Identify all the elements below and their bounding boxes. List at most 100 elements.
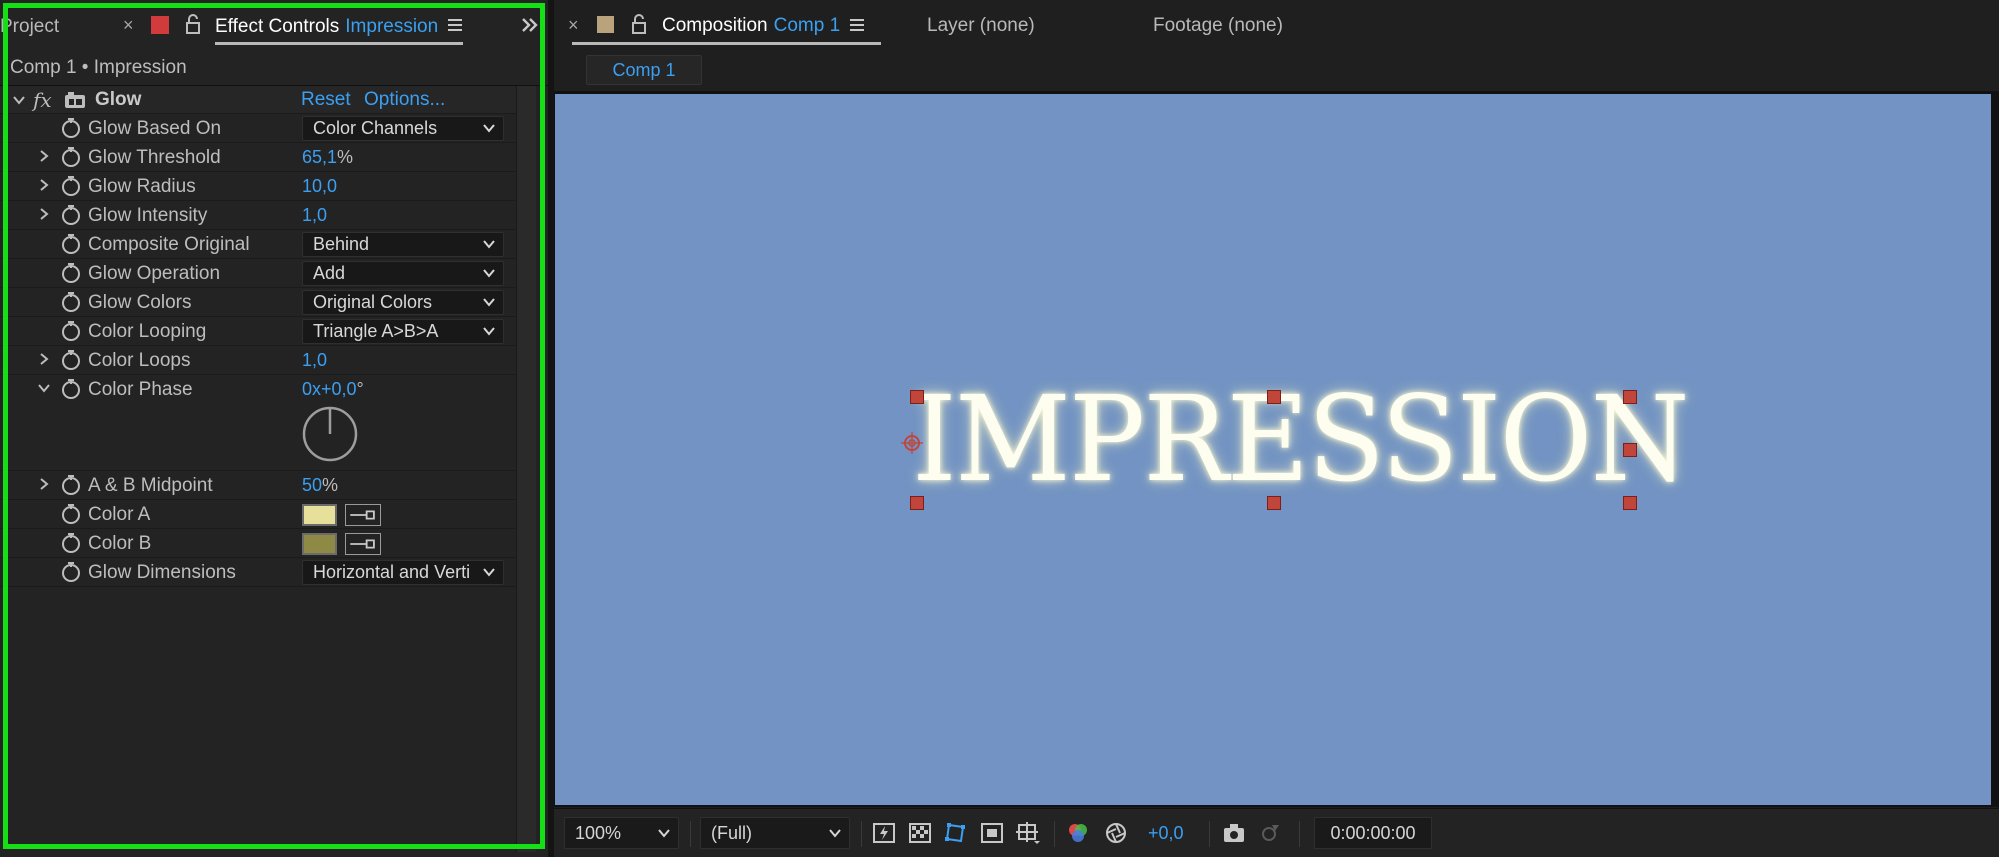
exposure-reset-icon[interactable] (1104, 821, 1128, 845)
timecode-field[interactable]: 0:00:00:00 (1314, 817, 1432, 849)
tab-effect-controls-layer: Impression (345, 16, 439, 37)
glow-radius-value[interactable]: 10,0 (302, 172, 337, 201)
property-row: Glow Based On Color Channels (0, 114, 516, 143)
value-number[interactable]: 0x+0,0 (302, 379, 357, 399)
composition-canvas[interactable]: IMPRESSION (555, 94, 1991, 805)
camera-icon[interactable] (1222, 821, 1246, 845)
text-layer-impression[interactable]: IMPRESSION (912, 380, 1690, 498)
stopwatch-icon[interactable] (60, 378, 82, 400)
resolution-dropdown[interactable]: (Full) (700, 817, 850, 849)
chevron-down-icon (483, 298, 495, 307)
chevron-right-icon[interactable] (37, 149, 51, 163)
glow-operation-dropdown[interactable]: Add (302, 261, 504, 286)
chevron-down-icon (483, 124, 495, 133)
fast-previews-icon[interactable] (872, 821, 896, 845)
color-channels-icon[interactable] (1066, 821, 1090, 845)
eyedropper-icon[interactable] (345, 504, 381, 526)
effect-controls-color-swatch (151, 16, 169, 34)
transparency-grid-icon[interactable] (908, 821, 932, 845)
chevron-down-icon (483, 568, 495, 577)
color-phase-value[interactable]: 0x+0,0° (302, 375, 364, 404)
stopwatch-icon[interactable] (60, 291, 82, 313)
tab-footage[interactable]: Footage (none) (1153, 0, 1283, 52)
close-icon[interactable]: × (123, 15, 134, 36)
region-of-interest-icon[interactable] (980, 821, 1004, 845)
ab-midpoint-value[interactable]: 50% (302, 471, 338, 500)
stopwatch-icon[interactable] (60, 262, 82, 284)
transform-handle[interactable] (1623, 443, 1637, 457)
exposure-value[interactable]: +0,0 (1148, 817, 1184, 849)
composite-original-dropdown[interactable]: Behind (302, 232, 504, 257)
value-number[interactable]: 50 (302, 475, 322, 495)
eyedropper-icon[interactable] (345, 533, 381, 555)
reset-link[interactable]: Reset (301, 86, 351, 114)
tab-composition-label: Composition (662, 15, 768, 36)
tab-project[interactable]: Project (0, 0, 59, 54)
stopwatch-icon[interactable] (60, 561, 82, 583)
chevron-right-icon[interactable] (37, 477, 51, 491)
zoom-value: 100% (575, 823, 622, 843)
transform-handle[interactable] (1267, 496, 1281, 510)
stopwatch-icon[interactable] (60, 503, 82, 525)
stopwatch-icon[interactable] (60, 117, 82, 139)
options-link[interactable]: Options... (364, 86, 445, 114)
property-label: Glow Based On (88, 118, 222, 139)
divider (1299, 821, 1300, 847)
stopwatch-icon[interactable] (60, 146, 82, 168)
property-row: Color A (0, 500, 516, 529)
composition-color-swatch (597, 16, 614, 33)
show-snapshot-icon[interactable] (1258, 821, 1282, 845)
glow-intensity-value[interactable]: 1,0 (302, 201, 327, 230)
transform-handle[interactable] (910, 390, 924, 404)
anchor-point-icon[interactable] (900, 431, 924, 455)
stopwatch-icon[interactable] (60, 532, 82, 554)
transform-handle[interactable] (1267, 390, 1281, 404)
property-label: Color Looping (88, 321, 207, 342)
transform-handle[interactable] (1623, 390, 1637, 404)
close-icon[interactable]: × (568, 15, 579, 36)
mask-visibility-icon[interactable] (944, 821, 968, 845)
color-looping-dropdown[interactable]: Triangle A>B>A (302, 319, 504, 344)
color-b-swatch[interactable] (302, 533, 337, 555)
chevron-down-icon[interactable] (12, 94, 26, 106)
stopwatch-icon[interactable] (60, 204, 82, 226)
lock-icon[interactable] (631, 14, 647, 34)
composition-viewer[interactable]: IMPRESSION (554, 92, 1999, 807)
glow-threshold-value[interactable]: 65,1% (302, 143, 353, 172)
breadcrumb: Comp 1 • Impression (10, 57, 187, 78)
dropdown-value: Color Channels (313, 118, 438, 138)
glow-colors-dropdown[interactable]: Original Colors (302, 290, 504, 315)
fx-icon[interactable]: fx (33, 86, 52, 114)
chevron-right-icon[interactable] (37, 178, 51, 192)
dropdown-value: Add (313, 263, 346, 283)
lock-icon[interactable] (185, 14, 201, 34)
angle-dial[interactable] (302, 406, 358, 462)
grid-guides-icon[interactable] (1016, 821, 1040, 845)
property-row: Glow Radius 10,0 (0, 172, 516, 201)
glow-based-on-dropdown[interactable]: Color Channels (302, 116, 504, 141)
color-a-swatch[interactable] (302, 504, 337, 526)
stopwatch-icon[interactable] (60, 233, 82, 255)
tab-effect-controls[interactable]: Effect Controls Impression (215, 0, 438, 54)
value-number[interactable]: 65,1 (302, 147, 337, 167)
chevron-down-icon[interactable] (37, 381, 51, 395)
effect-header-row: fx Glow Reset Options... (0, 86, 516, 114)
comp-navigator-chip[interactable]: Comp 1 (586, 55, 702, 85)
color-loops-value[interactable]: 1,0 (302, 346, 327, 375)
transform-handle[interactable] (910, 496, 924, 510)
stopwatch-icon[interactable] (60, 474, 82, 496)
composition-subtab-row: Comp 1 (554, 52, 1999, 92)
stopwatch-icon[interactable] (60, 320, 82, 342)
chevron-right-icon[interactable] (37, 207, 51, 221)
double-chevron-right-icon[interactable] (520, 16, 540, 34)
panel-menu-icon[interactable] (448, 19, 462, 33)
scrollbar[interactable] (516, 86, 536, 852)
tab-layer[interactable]: Layer (none) (927, 0, 1035, 52)
zoom-dropdown[interactable]: 100% (564, 817, 679, 849)
glow-dimensions-dropdown[interactable]: Horizontal and Verti (302, 560, 504, 585)
chevron-right-icon[interactable] (37, 352, 51, 366)
panel-menu-icon[interactable] (850, 19, 864, 33)
stopwatch-icon[interactable] (60, 175, 82, 197)
stopwatch-icon[interactable] (60, 349, 82, 371)
transform-handle[interactable] (1623, 496, 1637, 510)
